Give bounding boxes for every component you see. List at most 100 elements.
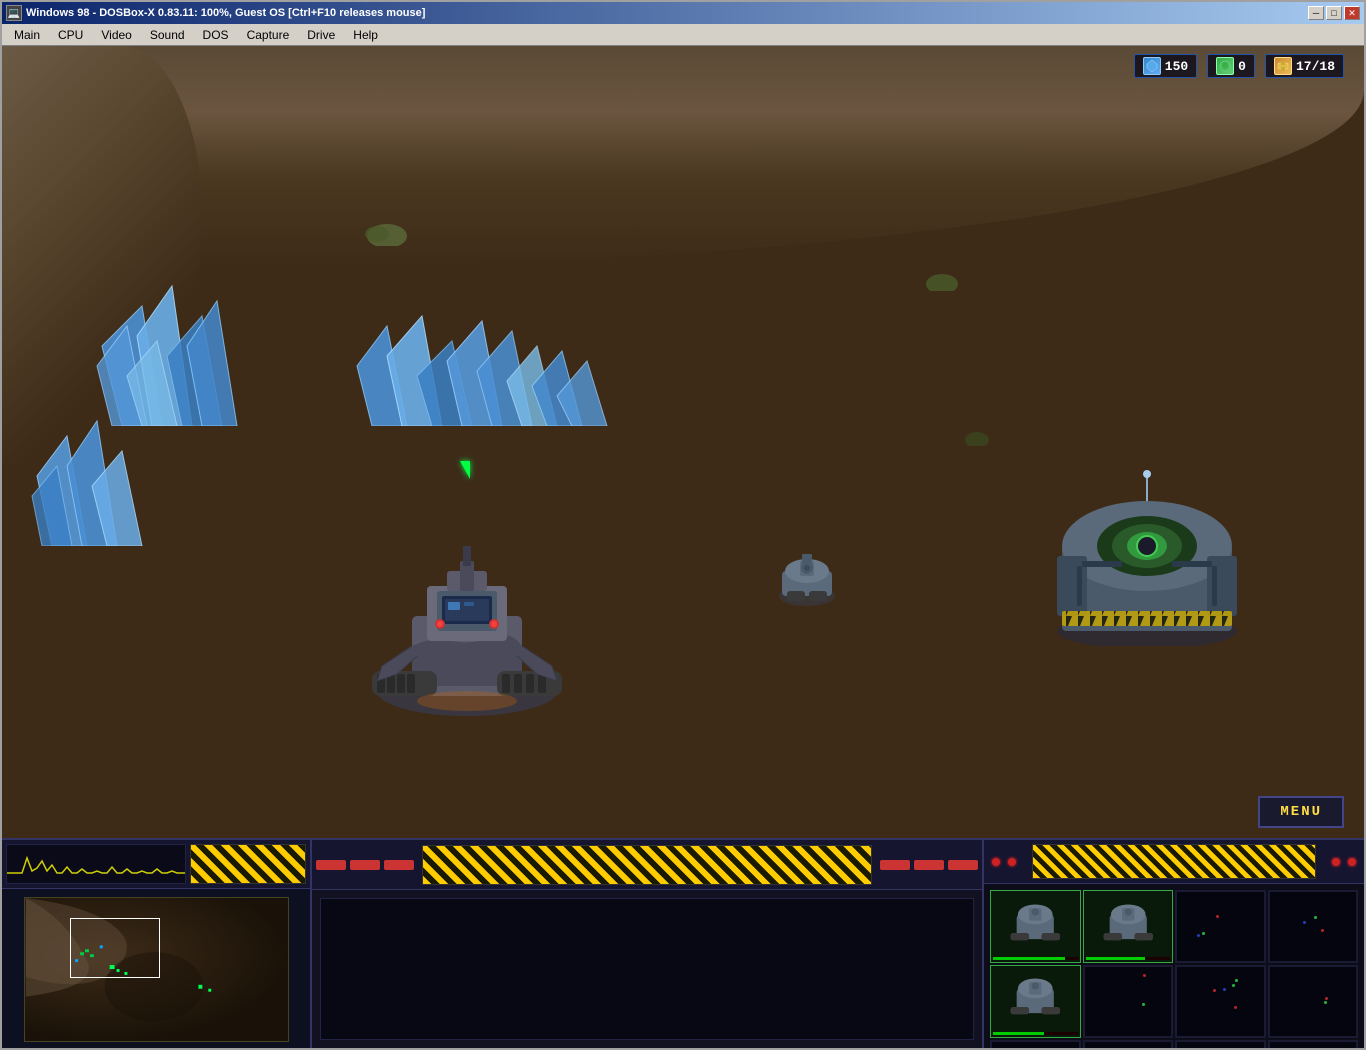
main-building bbox=[352, 516, 582, 716]
unit-slot-0[interactable] bbox=[990, 890, 1081, 963]
hazard-bar-center bbox=[422, 845, 872, 885]
unit-slot-11 bbox=[1268, 1040, 1359, 1048]
unit-slot-5 bbox=[1083, 965, 1174, 1038]
indicator-red-2 bbox=[350, 860, 380, 870]
radar-dot bbox=[1235, 979, 1238, 982]
gas-icon bbox=[1216, 57, 1234, 75]
menu-button[interactable]: MENU bbox=[1258, 796, 1344, 828]
window-icon: 💻 bbox=[6, 5, 22, 21]
radar-dot bbox=[1234, 1006, 1237, 1009]
minimap-top-bar bbox=[2, 840, 310, 889]
unit-slot-2 bbox=[1175, 890, 1266, 963]
rocks-3 bbox=[962, 426, 992, 446]
supply-resource: 17/18 bbox=[1265, 54, 1344, 78]
mini-radar-8 bbox=[991, 1041, 1080, 1048]
mini-radar-5 bbox=[1084, 966, 1173, 1037]
menu-item-help[interactable]: Help bbox=[345, 26, 386, 44]
small-unit bbox=[772, 546, 842, 606]
right-top-bar bbox=[984, 840, 1364, 884]
right-section bbox=[984, 840, 1364, 1048]
gas-value: 0 bbox=[1238, 59, 1246, 74]
menu-item-cpu[interactable]: CPU bbox=[50, 26, 91, 44]
menu-item-video[interactable]: Video bbox=[93, 26, 139, 44]
unit-health-fill-4 bbox=[993, 1032, 1044, 1035]
unit-grid bbox=[984, 884, 1364, 1048]
minimap[interactable] bbox=[24, 897, 289, 1042]
bottom-hud bbox=[2, 838, 1364, 1048]
unit-slot-8 bbox=[990, 1040, 1081, 1048]
rocks-2 bbox=[922, 266, 962, 291]
crystal-cluster-2 bbox=[22, 386, 162, 546]
mini-radar-7 bbox=[1269, 966, 1358, 1037]
indicator-red-4 bbox=[880, 860, 910, 870]
radar-dot bbox=[1324, 1001, 1327, 1004]
unit-slot-1[interactable] bbox=[1083, 890, 1174, 963]
indicator-red-1 bbox=[316, 860, 346, 870]
rocks-1 bbox=[362, 216, 412, 246]
hazard-stripes bbox=[190, 844, 306, 884]
led-1 bbox=[992, 858, 1000, 866]
mini-radar-6 bbox=[1176, 966, 1265, 1037]
unit-health-bar-container-1 bbox=[1086, 957, 1171, 960]
radar-dot bbox=[1325, 997, 1328, 1000]
crystal-cluster-3 bbox=[352, 306, 612, 426]
menu-item-sound[interactable]: Sound bbox=[142, 26, 193, 44]
menu-item-capture[interactable]: Capture bbox=[239, 26, 298, 44]
alert-display bbox=[6, 844, 186, 884]
minimize-button[interactable]: ─ bbox=[1308, 6, 1324, 20]
minimap-viewport bbox=[70, 918, 160, 978]
led-3 bbox=[1332, 858, 1340, 866]
radar-dot bbox=[1303, 921, 1306, 924]
menu-item-drive[interactable]: Drive bbox=[299, 26, 343, 44]
radar-dot bbox=[1143, 974, 1146, 977]
radar-dot bbox=[1202, 932, 1205, 935]
right-hazard-bar bbox=[1032, 844, 1316, 879]
unit-health-bar-container-4 bbox=[993, 1032, 1078, 1035]
building-right bbox=[1042, 466, 1252, 646]
indicator-red-3 bbox=[384, 860, 414, 870]
supply-icon bbox=[1274, 57, 1292, 75]
mini-radar-3 bbox=[1269, 891, 1358, 962]
close-button[interactable]: ✕ bbox=[1344, 6, 1360, 20]
unit-health-bar-container-0 bbox=[993, 957, 1078, 960]
unit-slot-3 bbox=[1268, 890, 1359, 963]
gas-resource: 0 bbox=[1207, 54, 1255, 78]
menu-item-dos[interactable]: DOS bbox=[195, 26, 237, 44]
radar-dot bbox=[1223, 988, 1226, 991]
game-area[interactable]: 150 0 17/18 bbox=[2, 46, 1364, 1048]
supply-value: 17/18 bbox=[1296, 59, 1335, 74]
unit-health-fill-0 bbox=[993, 957, 1065, 960]
unit-slot-9 bbox=[1083, 1040, 1174, 1048]
title-bar: 💻 Windows 98 - DOSBox-X 0.83.11: 100%, G… bbox=[2, 2, 1364, 24]
radar-dot bbox=[1216, 915, 1219, 918]
dosbox-window: 💻 Windows 98 - DOSBox-X 0.83.11: 100%, G… bbox=[0, 0, 1366, 1050]
indicator-red-6 bbox=[948, 860, 978, 870]
minimap-container bbox=[2, 889, 310, 1048]
minimap-section bbox=[2, 840, 312, 1048]
unit-health-fill-1 bbox=[1086, 957, 1145, 960]
menu-bar: MainCPUVideoSoundDOSCaptureDriveHelp bbox=[2, 24, 1364, 46]
command-display bbox=[320, 898, 974, 1040]
title-bar-left: 💻 Windows 98 - DOSBox-X 0.83.11: 100%, G… bbox=[6, 5, 425, 21]
mini-radar-11 bbox=[1269, 1041, 1358, 1048]
hud-resources: 150 0 17/18 bbox=[1134, 54, 1344, 78]
center-top-bar bbox=[312, 840, 982, 890]
unit-slot-10 bbox=[1175, 1040, 1266, 1048]
led-2 bbox=[1008, 858, 1016, 866]
radar-dot bbox=[1197, 934, 1200, 937]
mini-radar-2 bbox=[1176, 891, 1265, 962]
window-controls: ─ □ ✕ bbox=[1308, 6, 1360, 20]
mineral-icon bbox=[1143, 57, 1161, 75]
radar-dot bbox=[1314, 916, 1317, 919]
radar-dot bbox=[1232, 984, 1235, 987]
game-cursor bbox=[460, 461, 470, 479]
menu-item-main[interactable]: Main bbox=[6, 26, 48, 44]
unit-slot-4[interactable] bbox=[990, 965, 1081, 1038]
mini-radar-10 bbox=[1176, 1041, 1265, 1048]
radar-dot bbox=[1213, 989, 1216, 992]
radar-dot bbox=[1142, 1003, 1145, 1006]
maximize-button[interactable]: □ bbox=[1326, 6, 1342, 20]
mineral-value: 150 bbox=[1165, 59, 1188, 74]
indicator-red-5 bbox=[914, 860, 944, 870]
unit-slot-6 bbox=[1175, 965, 1266, 1038]
